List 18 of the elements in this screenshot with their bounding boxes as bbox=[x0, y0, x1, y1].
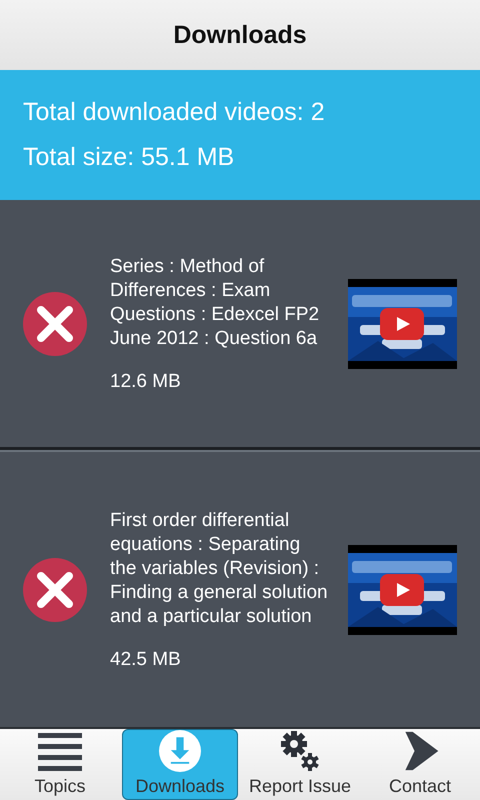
play-icon[interactable] bbox=[380, 574, 424, 606]
nav-tab[interactable]: Report Issue bbox=[242, 729, 358, 800]
video-title: First order differential equations : Separating the variables (Revision) : Finding a general solution and a particular solution bbox=[110, 508, 328, 628]
total-size-text: Total size: 55.1 MB bbox=[23, 143, 236, 172]
play-icon[interactable] bbox=[380, 308, 424, 340]
nav-tab[interactable]: Downloads bbox=[122, 729, 238, 800]
file-size: 42.5 MB bbox=[110, 648, 182, 670]
download-icon bbox=[157, 730, 203, 772]
delete-icon[interactable] bbox=[23, 292, 87, 356]
nav-tab[interactable]: Topics bbox=[2, 729, 118, 800]
menu-icon bbox=[38, 732, 82, 772]
gears-icon bbox=[279, 730, 321, 772]
nav-tab[interactable]: Contact bbox=[362, 729, 478, 800]
video-title: Series : Method of Differences : Exam Questions : Edexcel FP2 June 2012 : Question 6a bbox=[110, 254, 320, 350]
delete-icon[interactable] bbox=[23, 558, 87, 622]
total-videos-text: Total downloaded videos: 2 bbox=[23, 98, 326, 127]
page-title: Downloads bbox=[173, 20, 307, 50]
file-size: 12.6 MB bbox=[110, 370, 182, 392]
